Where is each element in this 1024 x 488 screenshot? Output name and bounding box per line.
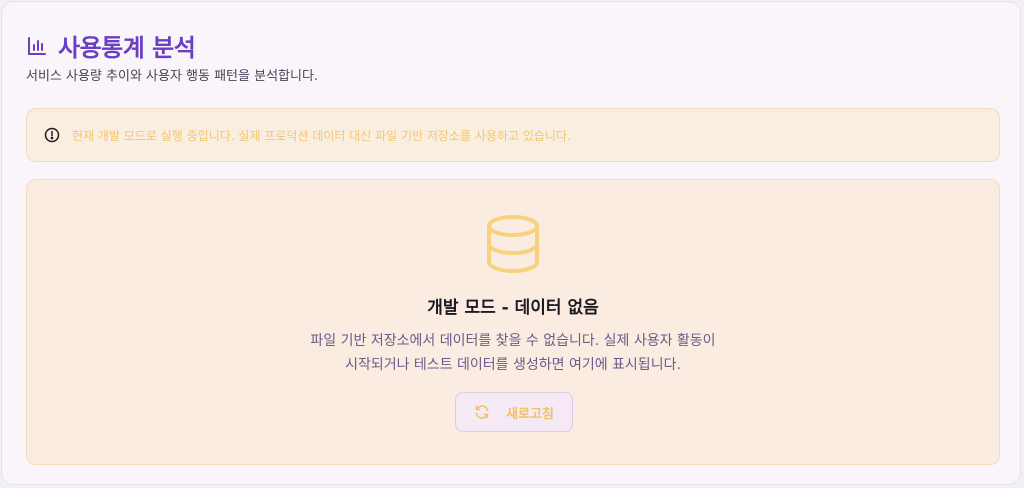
empty-state-description-line1: 파일 기반 저장소에서 데이터를 찾을 수 없습니다. 실제 사용자 활동이 (310, 333, 716, 349)
alert-message: 현재 개발 모드로 실행 중입니다. 실제 프로덕션 데이터 대신 파일 기반 … (72, 128, 571, 143)
empty-state-description-line2: 시작되거나 테스트 데이터를 생성하면 여기에 표시됩니다. (345, 357, 681, 373)
empty-state-title: 개발 모드 - 데이터 없음 (427, 298, 599, 318)
refresh-button[interactable]: 새로고침 (455, 392, 573, 432)
refresh-icon (474, 404, 490, 420)
page-title: 사용통계 분석 (58, 34, 196, 62)
alert-circle-icon (44, 127, 60, 143)
analytics-panel: 사용통계 분석 서비스 사용량 추이와 사용자 행동 패턴을 분석합니다. 현재… (1, 1, 1021, 485)
dev-mode-alert: 현재 개발 모드로 실행 중입니다. 실제 프로덕션 데이터 대신 파일 기반 … (26, 108, 1000, 162)
refresh-button-label: 새로고침 (506, 406, 554, 422)
page-subtitle: 서비스 사용량 추이와 사용자 행동 패턴을 분석합니다. (26, 69, 319, 84)
bar-chart-icon (26, 35, 48, 57)
database-icon (485, 214, 541, 274)
empty-state-card: 개발 모드 - 데이터 없음 파일 기반 저장소에서 데이터를 찾을 수 없습니… (26, 179, 1000, 465)
page-header: 사용통계 분석 (26, 28, 196, 63)
